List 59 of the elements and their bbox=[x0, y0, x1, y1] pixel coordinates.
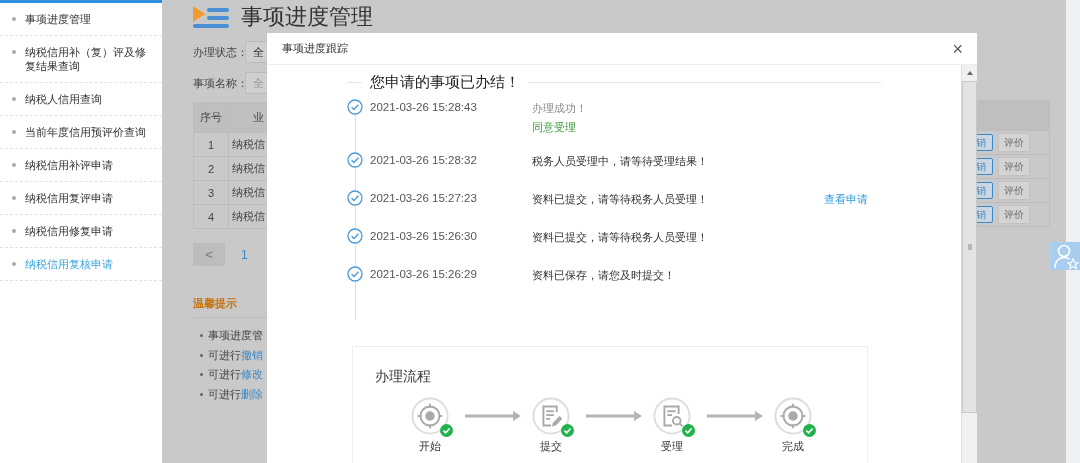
step-label: 完成 bbox=[782, 439, 804, 454]
tip-text: 可进行修改 bbox=[208, 367, 263, 383]
filter-label: 事项名称： bbox=[193, 75, 245, 91]
status-select[interactable]: 全 bbox=[245, 41, 267, 63]
scroll-up-icon[interactable] bbox=[966, 71, 973, 75]
tip-link[interactable]: 删除 bbox=[241, 387, 263, 400]
prev-page-button[interactable]: < bbox=[193, 243, 225, 266]
arrow-icon bbox=[465, 411, 521, 421]
bullet-icon bbox=[200, 392, 203, 396]
tip-text: 事项进度管 bbox=[208, 328, 263, 344]
status-heading: 您申请的事项已办结！ bbox=[370, 72, 520, 92]
column-header: 序号 bbox=[193, 102, 229, 133]
check-circle-icon bbox=[347, 99, 363, 115]
event-time: 2021-03-26 15:26:29 bbox=[370, 267, 478, 282]
target-icon bbox=[411, 397, 449, 435]
arrow-icon bbox=[707, 411, 763, 421]
bullet-icon bbox=[200, 353, 203, 357]
table-cell: 3 bbox=[193, 180, 229, 205]
event-message: 税务人员受理中，请等待受理结果！ bbox=[532, 154, 709, 169]
page-link[interactable]: 1 bbox=[241, 247, 248, 262]
check-circle-icon bbox=[347, 266, 363, 282]
arrow-icon bbox=[586, 411, 642, 421]
table-cell: 2 bbox=[193, 156, 229, 181]
tip-link[interactable]: 撤销 bbox=[241, 348, 263, 361]
target-icon bbox=[774, 397, 812, 435]
column-header: 业 bbox=[228, 102, 267, 133]
list-logo-icon bbox=[193, 4, 229, 29]
bullet-icon bbox=[200, 373, 203, 377]
event-note: 同意受理 bbox=[532, 120, 577, 135]
check-circle-icon bbox=[347, 190, 363, 206]
scrollbar[interactable] bbox=[961, 65, 977, 463]
table-cell: 4 bbox=[193, 204, 229, 229]
grip-icon bbox=[967, 244, 972, 250]
tip-link[interactable]: 修改 bbox=[241, 368, 263, 381]
flow-title: 办理流程 bbox=[375, 368, 432, 386]
event-time: 2021-03-26 15:27:23 bbox=[370, 191, 478, 206]
event-time: 2021-03-26 15:28:43 bbox=[370, 100, 478, 115]
dialog-title: 事项进度跟踪 bbox=[282, 41, 348, 56]
step-label: 开始 bbox=[419, 439, 441, 454]
event-time: 2021-03-26 15:26:30 bbox=[370, 229, 478, 244]
filter-label: 办理状态： bbox=[193, 44, 245, 60]
tip-text: 可进行删除 bbox=[208, 386, 263, 402]
event-message: 资料已提交，请等待税务人员受理！ bbox=[532, 192, 709, 207]
view-application-link[interactable]: 查看申请 bbox=[824, 193, 868, 205]
bullet-icon bbox=[200, 334, 203, 338]
event-message: 资料已提交，请等待税务人员受理！ bbox=[532, 230, 709, 245]
document-edit-icon bbox=[532, 397, 570, 435]
tip-text: 可进行撤销 bbox=[208, 347, 263, 363]
check-circle-icon bbox=[347, 152, 363, 168]
page-title: 事项进度管理 bbox=[241, 2, 373, 31]
table-cell: 1 bbox=[193, 132, 229, 157]
event-message: 资料已保存，请您及时提交！ bbox=[532, 268, 676, 283]
document-search-icon bbox=[653, 397, 691, 435]
check-circle-icon bbox=[347, 228, 363, 244]
step-label: 受理 bbox=[661, 439, 683, 454]
event-time: 2021-03-26 15:28:32 bbox=[370, 153, 478, 168]
event-message: 办理成功！ bbox=[532, 101, 588, 116]
close-button[interactable]: × bbox=[948, 38, 967, 59]
step-label: 提交 bbox=[540, 439, 562, 454]
